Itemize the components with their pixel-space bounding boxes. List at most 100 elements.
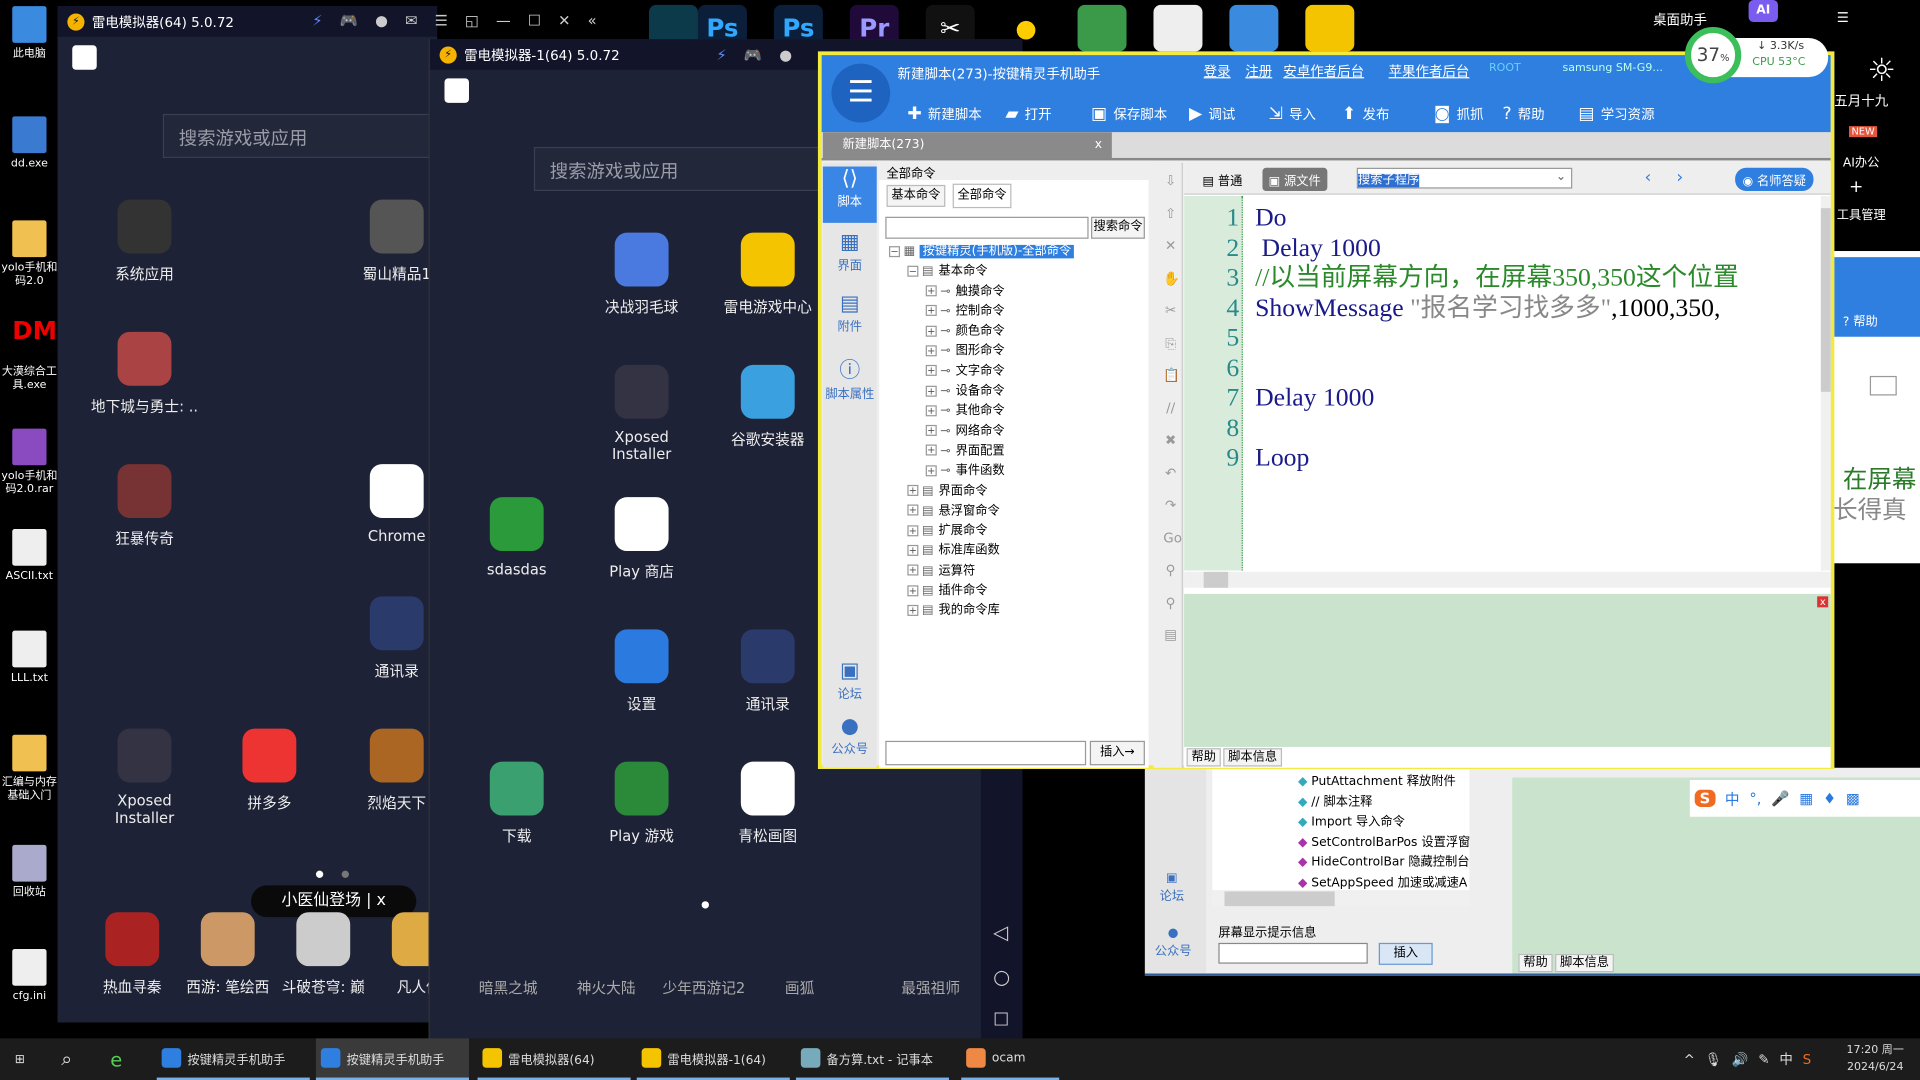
robot-app-icon[interactable] xyxy=(1229,4,1279,52)
minimize-icon[interactable]: — xyxy=(496,12,511,32)
expand-icon[interactable]: + xyxy=(907,544,919,556)
main-menu-button[interactable]: ☰ xyxy=(831,63,891,123)
tree-node[interactable]: + ⊸ 文字命令 xyxy=(889,362,1146,382)
toolbar-camera-button[interactable]: ◙ 抓抓 xyxy=(1434,104,1484,124)
code-line[interactable]: //以当前屏幕方向，在屏幕350,350这个位置 xyxy=(1255,262,1739,292)
dropdown[interactable] xyxy=(1869,375,1897,396)
toolbar-play-button[interactable]: ▶ 调试 xyxy=(1189,104,1235,124)
toolbar-import-button[interactable]: ⇲ 导入 xyxy=(1269,104,1316,124)
edit-tool-icon[interactable]: ▤ xyxy=(1163,627,1178,643)
app-icon[interactable]: 烈焰天下 xyxy=(342,728,438,813)
edit-tool-icon[interactable]: ⎘ xyxy=(1163,335,1178,351)
edit-tool-icon[interactable]: ⇧ xyxy=(1163,205,1178,221)
app-icon[interactable]: 通讯录 xyxy=(342,596,438,680)
next-icon[interactable]: › xyxy=(1676,168,1683,188)
app-icon[interactable]: 设置 xyxy=(587,629,697,713)
volume-icon[interactable]: 🔊 xyxy=(1732,1051,1749,1067)
expand-icon[interactable]: + xyxy=(925,345,937,357)
close-tab-icon[interactable]: x xyxy=(1095,132,1102,158)
clock[interactable]: 17:20 周一 2024/6/24 xyxy=(1847,1042,1904,1076)
app-icon[interactable]: 谷歌安装器 xyxy=(713,364,823,449)
desktop-icon[interactable]: yolo手机和码2.0.rar xyxy=(0,428,59,498)
taskbar-item[interactable]: ocam xyxy=(961,1038,1060,1080)
toolbar-book-button[interactable]: ▤ 学习资源 xyxy=(1578,104,1654,124)
expand-icon[interactable]: + xyxy=(925,405,937,417)
back-icon[interactable]: ◁ xyxy=(993,921,1008,944)
command-tree[interactable]: − ▦ 按键精灵(手机版)-全部命令 − ▤ 基本命令 + ⊸ 触摸命令 + ⊸ 控制命令 + ⊸ 颜色命令… xyxy=(888,242,1146,621)
tree-node[interactable]: + ⊸ 界面配置 xyxy=(889,442,1146,462)
horizontal-scrollbar[interactable] xyxy=(1212,891,1470,907)
app-icon[interactable]: 系统应用 xyxy=(89,199,199,284)
dock-app[interactable]: 凡人修 xyxy=(371,912,438,996)
taskbar-item[interactable]: 雷电模拟器-1(64) xyxy=(636,1038,790,1080)
tree-node[interactable]: ◆ HideControlBar 隐藏控制台 xyxy=(1298,851,1469,869)
app-shortcut-icon[interactable] xyxy=(1305,4,1355,52)
edit-tool-icon[interactable]: ⚲ xyxy=(1163,562,1178,578)
desktop-icon[interactable]: dd.exe xyxy=(0,116,59,171)
desktop-icon[interactable]: DM 大漠综合工具.exe xyxy=(0,318,59,393)
app-icon[interactable]: 地下城与勇士: .. xyxy=(89,331,199,416)
wechat-button[interactable]: ● 公众号 xyxy=(1155,927,1192,959)
app-icon[interactable]: Xposed Installer xyxy=(89,728,199,827)
toolbar-save-button[interactable]: ▣ 保存脚本 xyxy=(1091,104,1167,124)
app-icon[interactable]: Xposed Installer xyxy=(587,364,697,463)
tab-basic-commands[interactable]: 基本命令 xyxy=(886,184,946,207)
command-tree[interactable]: ◆ PutAttachment 释放附件 ◆ // 脚本注释 ◆ Import 导入… xyxy=(1212,767,1470,891)
expand-icon[interactable]: + xyxy=(925,365,937,377)
ios-author-link[interactable]: 苹果作者后台 xyxy=(1389,61,1470,81)
home-widget-icon[interactable] xyxy=(72,45,97,70)
ask-teacher-button[interactable]: ◉ 名师答疑 xyxy=(1735,167,1814,192)
toolbar-folder-button[interactable]: ▰ 打开 xyxy=(1005,104,1051,124)
ime-mode[interactable]: 中 xyxy=(1725,788,1740,809)
tab-help[interactable]: 帮助 xyxy=(1186,748,1221,767)
hint-input[interactable] xyxy=(1218,942,1368,964)
sidebar-item[interactable]: ▤ 附件 xyxy=(823,291,877,347)
insert-button[interactable]: 插入 xyxy=(1378,942,1433,965)
expand-icon[interactable]: + xyxy=(925,425,937,437)
account-icon[interactable]: ● xyxy=(779,47,792,64)
sidebar-item[interactable]: ▣ 论坛 xyxy=(823,659,877,715)
tree-node[interactable]: − ▤ 基本命令 xyxy=(889,262,1146,282)
maximize-icon[interactable]: ☐ xyxy=(528,12,541,32)
app-icon[interactable]: Play 游戏 xyxy=(587,761,697,846)
expand-icon[interactable]: + xyxy=(925,385,937,397)
expand-icon[interactable]: + xyxy=(907,564,919,576)
taskbar-item[interactable]: 备方算.txt - 记事本 xyxy=(795,1038,949,1080)
subroutine-dropdown[interactable]: 搜索子程序 ⌄ xyxy=(1356,167,1573,189)
edit-tool-icon[interactable]: // xyxy=(1163,400,1178,416)
keyboard-icon[interactable]: ▦ xyxy=(1799,790,1813,807)
app-search-input[interactable]: 搜索游戏或应用 xyxy=(533,146,828,192)
expand-icon[interactable]: + xyxy=(925,445,937,457)
taskbar-item[interactable]: 按键精灵手机助手 xyxy=(315,1038,469,1080)
app-icon[interactable]: 青松画图 xyxy=(713,761,823,846)
home-icon[interactable]: ○ xyxy=(993,965,1010,988)
gamepad-icon[interactable]: 🎮 xyxy=(340,12,358,32)
edit-tool-icon[interactable]: ⇩ xyxy=(1163,173,1178,189)
edit-tool-icon[interactable]: ✕ xyxy=(1163,238,1178,254)
app-shortcut-icon[interactable] xyxy=(1153,4,1203,52)
forum-button[interactable]: ▣ 论坛 xyxy=(1160,872,1184,904)
menu-icon[interactable]: ☰ xyxy=(435,12,448,32)
expand-icon[interactable]: + xyxy=(907,484,919,496)
sogou-icon[interactable]: S xyxy=(1803,1051,1812,1067)
add-icon[interactable]: + xyxy=(1849,178,1863,198)
tree-node[interactable]: + ▤ 运算符 xyxy=(889,562,1146,582)
expand-icon[interactable]: + xyxy=(907,504,919,516)
close-panel-icon[interactable]: x xyxy=(1817,596,1829,608)
code-line[interactable]: ShowMessage "报名学习找多多",1000,350, xyxy=(1255,292,1739,322)
game-link[interactable]: 少年西游记2 xyxy=(662,977,745,998)
app-icon[interactable]: Play 商店 xyxy=(587,497,697,581)
tools-button[interactable]: 工具管理 xyxy=(1837,204,1886,222)
login-link[interactable]: 登录 xyxy=(1204,61,1231,81)
expand-icon[interactable]: + xyxy=(925,305,937,317)
tree-node[interactable]: + ▤ 悬浮窗命令 xyxy=(889,502,1146,522)
prev-icon[interactable]: ‹ xyxy=(1645,168,1652,188)
app-icon[interactable]: 拼多多 xyxy=(214,728,324,813)
recents-icon[interactable]: □ xyxy=(993,1009,1009,1029)
taskbar-item[interactable]: 按键精灵手机助手 xyxy=(156,1038,310,1080)
home-widget-icon[interactable] xyxy=(444,78,469,103)
mail-icon[interactable]: ✉ xyxy=(405,12,417,32)
app-icon[interactable]: 蜀山精品1 xyxy=(342,199,438,284)
expand-icon[interactable]: + xyxy=(907,604,919,616)
tree-node[interactable]: + ▤ 标准库函数 xyxy=(889,542,1146,562)
